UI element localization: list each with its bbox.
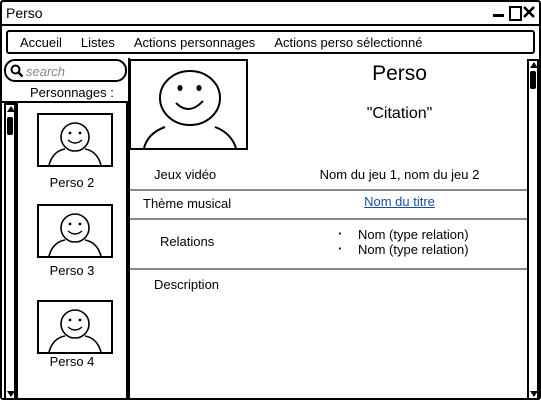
- scroll-down-icon[interactable]: [530, 391, 538, 397]
- search-input[interactable]: [26, 63, 122, 79]
- theme-link[interactable]: Nom du titre: [302, 194, 497, 209]
- relations-label: Relations: [160, 234, 215, 249]
- character-label: Perso 2: [49, 175, 95, 190]
- character-avatar: [37, 300, 113, 354]
- relation-item: Nom (type relation): [338, 241, 469, 257]
- app-window: Perso Accueil Listes Actions personnages…: [0, 0, 541, 400]
- character-label: Perso 4: [49, 354, 95, 369]
- character-list-scrollbar[interactable]: [4, 103, 16, 400]
- theme-label: Thème musical: [143, 196, 232, 211]
- character-label: Perso 3: [49, 263, 95, 278]
- row-divider: [130, 189, 527, 191]
- character-name: Perso: [372, 62, 427, 85]
- menu-item-actions-personnages[interactable]: Actions personnages: [134, 35, 255, 50]
- menu-item-listes[interactable]: Listes: [81, 35, 115, 50]
- row-divider: [130, 218, 527, 220]
- games-value: Nom du jeu 1, nom du jeu 2: [319, 167, 480, 182]
- scroll-up-icon[interactable]: [530, 62, 538, 68]
- relations-list: Nom (type relation) Nom (type relation): [338, 226, 469, 257]
- menu-bar: Accueil Listes Actions personnages Actio…: [6, 30, 535, 54]
- window-title: Perso: [6, 5, 43, 21]
- search-box: [4, 59, 127, 82]
- scroll-down-icon[interactable]: [7, 391, 15, 397]
- characters-heading: Personnages :: [30, 85, 114, 100]
- character-avatar: [37, 204, 113, 258]
- character-portrait: [129, 59, 248, 150]
- search-icon: [10, 64, 24, 78]
- menu-item-actions-perso-selectionne[interactable]: Actions perso sélectionné: [274, 35, 422, 50]
- scroll-up-icon[interactable]: [7, 106, 15, 112]
- scroll-thumb[interactable]: [530, 71, 536, 89]
- relation-item: Nom (type relation): [338, 226, 469, 242]
- row-divider: [130, 268, 527, 270]
- character-list: Perso 2 Perso 3 Perso 4: [16, 103, 128, 400]
- minimize-icon[interactable]: [493, 5, 505, 19]
- title-bar: Perso: [2, 2, 539, 26]
- character-quote: "Citation": [366, 105, 433, 122]
- description-label: Description: [154, 277, 220, 292]
- games-label: Jeux vidéo: [154, 167, 217, 182]
- close-icon[interactable]: [523, 5, 535, 19]
- main-scrollbar[interactable]: [527, 59, 539, 400]
- maximize-icon[interactable]: [508, 5, 522, 21]
- window-controls: [493, 5, 535, 21]
- menu-item-accueil[interactable]: Accueil: [20, 35, 62, 50]
- character-avatar: [37, 113, 113, 167]
- scroll-thumb[interactable]: [7, 117, 13, 135]
